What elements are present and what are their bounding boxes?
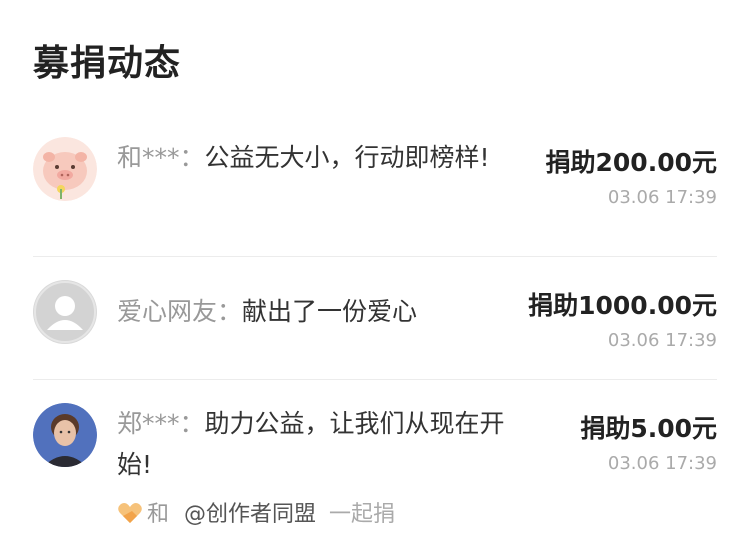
- donation-message: 郑***：助力公益，让我们从现在开始!: [117, 403, 527, 485]
- donor-name: 和***：: [117, 143, 205, 172]
- donor-name: 郑***：: [117, 409, 205, 438]
- donation-item[interactable]: 爱心网友：献出了一份爱心 捐助1000.00元 03.06 17:39: [33, 280, 717, 360]
- divider: [33, 379, 717, 380]
- donation-message: 爱心网友：献出了一份爱心: [117, 291, 537, 332]
- message-text: 献出了一份爱心: [242, 297, 418, 326]
- user-photo-avatar-icon[interactable]: [33, 403, 97, 467]
- co-donation-suffix: 一起捐: [329, 502, 396, 527]
- donation-time: 03.06 17:39: [607, 453, 717, 474]
- donation-item[interactable]: 和***：公益无大小，行动即榜样! 捐助200.00元 03.06 17:39: [33, 137, 717, 237]
- divider: [33, 256, 717, 257]
- donation-amount: 捐助1000.00元: [528, 291, 717, 320]
- page-title: 募捐动态: [33, 43, 182, 84]
- donation-item[interactable]: 郑***：助力公益，让我们从现在开始! 捐助5.00元 03.06 17:39 …: [33, 403, 717, 534]
- donation-amount: 捐助5.00元: [580, 414, 717, 443]
- donation-message: 和***：公益无大小，行动即榜样!: [117, 137, 537, 178]
- donation-time: 03.06 17:39: [607, 187, 717, 208]
- donor-name: 爱心网友：: [117, 297, 243, 326]
- donation-amount: 捐助200.00元: [545, 148, 717, 177]
- message-text: 公益无大小，行动即榜样!: [204, 143, 490, 172]
- pig-avatar-icon[interactable]: [33, 137, 97, 201]
- heart-hands-icon: [118, 503, 142, 523]
- donation-time: 03.06 17:39: [607, 330, 717, 351]
- default-user-avatar-icon[interactable]: [33, 280, 97, 344]
- co-donation-prefix: 和: [147, 502, 170, 527]
- co-donation-user-link[interactable]: @创作者同盟: [184, 502, 316, 527]
- co-donation-line[interactable]: 和 @创作者同盟 一起捐: [117, 496, 395, 528]
